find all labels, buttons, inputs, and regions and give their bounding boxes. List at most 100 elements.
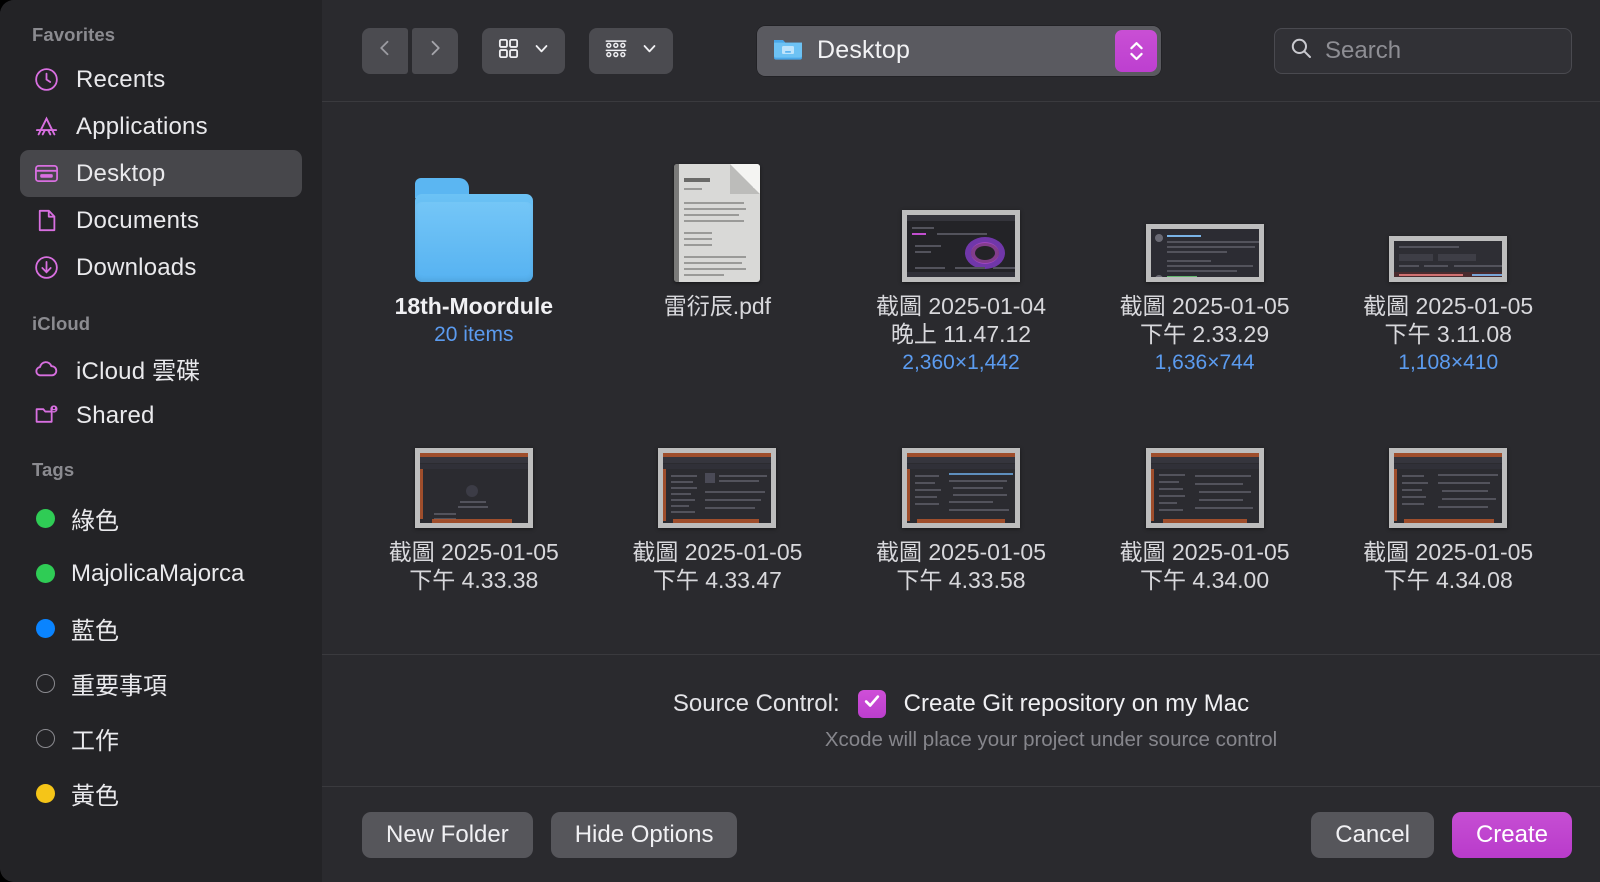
file-thumbnail bbox=[901, 386, 1020, 528]
file-caption: 截圖 2025-01-05 下午 2.33.29 1,636×744 bbox=[1120, 292, 1290, 376]
shared-folder-icon bbox=[32, 402, 60, 430]
file-name-line1: 截圖 2025-01-05 bbox=[1119, 538, 1290, 565]
create-git-repository-checkbox[interactable] bbox=[857, 689, 886, 718]
options-accessory-view: Source Control: Create Git repository on… bbox=[322, 654, 1600, 786]
file-item[interactable]: 截圖 2025-01-05 下午 2.33.29 1,636×744 bbox=[1083, 136, 1327, 376]
file-name-line2: 下午 3.11.08 bbox=[1384, 321, 1512, 348]
search-icon bbox=[1289, 36, 1313, 65]
file-item[interactable]: 截圖 2025-01-05 下午 4.34.00 bbox=[1083, 382, 1327, 594]
sidebar-tag-blue[interactable]: 藍色 bbox=[20, 601, 302, 656]
up-down-stepper-icon[interactable] bbox=[1115, 29, 1157, 72]
document-icon bbox=[32, 207, 60, 235]
file-caption: 截圖 2025-01-05 下午 4.33.47 bbox=[632, 538, 802, 594]
screenshot-thumbnail bbox=[1145, 224, 1264, 282]
file-browser[interactable]: 18th-Moordule 20 items 雷衍辰.pdf 截圖 2025-0… bbox=[322, 102, 1600, 654]
file-name-line2: 下午 4.34.08 bbox=[1383, 566, 1513, 593]
file-item[interactable]: 截圖 2025-01-05 下午 4.33.47 bbox=[596, 382, 840, 594]
sidebar-item-desktop[interactable]: Desktop bbox=[20, 150, 302, 197]
file-thumbnail bbox=[901, 140, 1020, 282]
search-placeholder: Search bbox=[1325, 36, 1402, 64]
file-name: 雷衍辰.pdf bbox=[663, 293, 772, 319]
file-caption: 截圖 2025-01-04 晚上 11.47.12 2,360×1,442 bbox=[876, 292, 1046, 376]
sidebar-item-label: Desktop bbox=[76, 159, 166, 187]
chevron-left-icon bbox=[375, 38, 395, 63]
desktop-icon bbox=[32, 160, 60, 188]
file-name-line2: 下午 4.33.47 bbox=[652, 566, 782, 593]
file-item[interactable]: 截圖 2025-01-05 下午 4.33.58 bbox=[839, 382, 1083, 594]
chevron-right-icon bbox=[425, 38, 445, 63]
file-name-line2: 晚上 11.47.12 bbox=[890, 321, 1032, 348]
file-caption: 雷衍辰.pdf bbox=[664, 292, 771, 320]
file-caption: 截圖 2025-01-05 下午 4.33.58 bbox=[876, 538, 1046, 594]
screenshot-thumbnail bbox=[901, 210, 1020, 282]
screenshot-thumbnail bbox=[1389, 447, 1508, 528]
file-name-line1: 截圖 2025-01-05 bbox=[632, 538, 803, 565]
folder-icon bbox=[414, 178, 533, 282]
file-thumbnail bbox=[1389, 140, 1508, 282]
sidebar-item-downloads[interactable]: Downloads bbox=[20, 244, 302, 291]
file-name-line1: 截圖 2025-01-04 bbox=[875, 293, 1047, 319]
file-name-line1: 截圖 2025-01-05 bbox=[875, 538, 1047, 565]
forward-button[interactable] bbox=[412, 27, 458, 74]
file-dimensions: 2,360×1,442 bbox=[902, 351, 1020, 375]
file-item[interactable]: 截圖 2025-01-04 晚上 11.47.12 2,360×1,442 bbox=[839, 136, 1083, 376]
screenshot-thumbnail bbox=[414, 447, 533, 528]
sidebar-item-icloud-drive[interactable]: iCloud 雲碟 bbox=[20, 345, 302, 392]
search-field[interactable]: Search bbox=[1274, 27, 1572, 74]
file-item[interactable]: 截圖 2025-01-05 下午 4.34.08 bbox=[1326, 382, 1570, 594]
cloud-icon bbox=[32, 355, 60, 383]
source-control-hint: Xcode will place your project under sour… bbox=[824, 727, 1278, 751]
file-item[interactable]: 雷衍辰.pdf bbox=[596, 136, 840, 376]
sidebar-item-applications[interactable]: Applications bbox=[20, 103, 302, 150]
chevron-down-icon bbox=[641, 40, 658, 62]
file-name-line1: 截圖 2025-01-05 bbox=[1119, 293, 1290, 319]
file-thumbnail bbox=[1145, 140, 1264, 282]
tag-label: 黃色 bbox=[71, 783, 119, 810]
checkmark-icon bbox=[862, 691, 882, 716]
tag-label: 重要事項 bbox=[71, 673, 167, 700]
sidebar-tag-majolicamajorca[interactable]: MajolicaMajorca bbox=[20, 546, 302, 601]
sidebar-item-recents[interactable]: Recents bbox=[20, 56, 302, 103]
view-mode-button[interactable] bbox=[482, 27, 565, 74]
hide-options-button[interactable]: Hide Options bbox=[550, 811, 738, 858]
screenshot-thumbnail bbox=[901, 447, 1020, 528]
sidebar-item-shared[interactable]: Shared bbox=[20, 392, 302, 439]
icon-view-grid-icon bbox=[497, 37, 520, 65]
tag-color-dot bbox=[36, 564, 55, 583]
desktop-folder-icon bbox=[773, 35, 803, 66]
sidebar-item-documents[interactable]: Documents bbox=[20, 197, 302, 244]
file-dimensions: 1,108×410 bbox=[1398, 351, 1499, 375]
file-subtitle: 20 items bbox=[434, 323, 514, 347]
create-button[interactable]: Create bbox=[1451, 811, 1572, 858]
new-folder-button[interactable]: New Folder bbox=[362, 811, 533, 858]
file-grid: 18th-Moordule 20 items 雷衍辰.pdf 截圖 2025-0… bbox=[322, 136, 1600, 594]
sidebar-item-label: iCloud 雲碟 bbox=[76, 358, 201, 385]
file-thumbnail bbox=[674, 140, 761, 282]
group-by-button[interactable] bbox=[589, 27, 673, 74]
sidebar-tag-work[interactable]: 工作 bbox=[20, 711, 302, 766]
path-popup-label: Desktop bbox=[817, 36, 911, 64]
tag-color-dot bbox=[36, 509, 55, 528]
sidebar-item-label: Shared bbox=[76, 401, 155, 429]
back-button[interactable] bbox=[362, 27, 408, 74]
sidebar-item-label: Applications bbox=[76, 112, 208, 140]
file-name-line2: 下午 2.33.29 bbox=[1140, 321, 1270, 348]
file-item[interactable]: 截圖 2025-01-05 下午 3.11.08 1,108×410 bbox=[1326, 136, 1570, 376]
file-name-line1: 截圖 2025-01-05 bbox=[1363, 538, 1534, 565]
toolbar: Desktop Search bbox=[322, 0, 1600, 102]
sidebar-tag-important[interactable]: 重要事項 bbox=[20, 656, 302, 711]
tag-color-dot bbox=[36, 729, 55, 748]
path-popup-button[interactable]: Desktop bbox=[757, 25, 1161, 76]
sidebar-tag-green[interactable]: 綠色 bbox=[20, 491, 302, 546]
cancel-button[interactable]: Cancel bbox=[1311, 811, 1434, 858]
screenshot-thumbnail bbox=[658, 447, 777, 528]
file-name-line1: 截圖 2025-01-05 bbox=[1363, 293, 1534, 319]
chevron-down-icon bbox=[533, 40, 550, 62]
screenshot-thumbnail bbox=[1145, 447, 1264, 528]
downloads-icon bbox=[32, 254, 60, 282]
group-by-icon bbox=[604, 37, 628, 65]
file-item[interactable]: 18th-Moordule 20 items bbox=[352, 136, 596, 376]
sidebar-tag-yellow[interactable]: 黃色 bbox=[20, 766, 302, 821]
create-git-repository-label: Create Git repository on my Mac bbox=[903, 689, 1250, 717]
file-item[interactable]: 截圖 2025-01-05 下午 4.33.38 bbox=[352, 382, 596, 594]
